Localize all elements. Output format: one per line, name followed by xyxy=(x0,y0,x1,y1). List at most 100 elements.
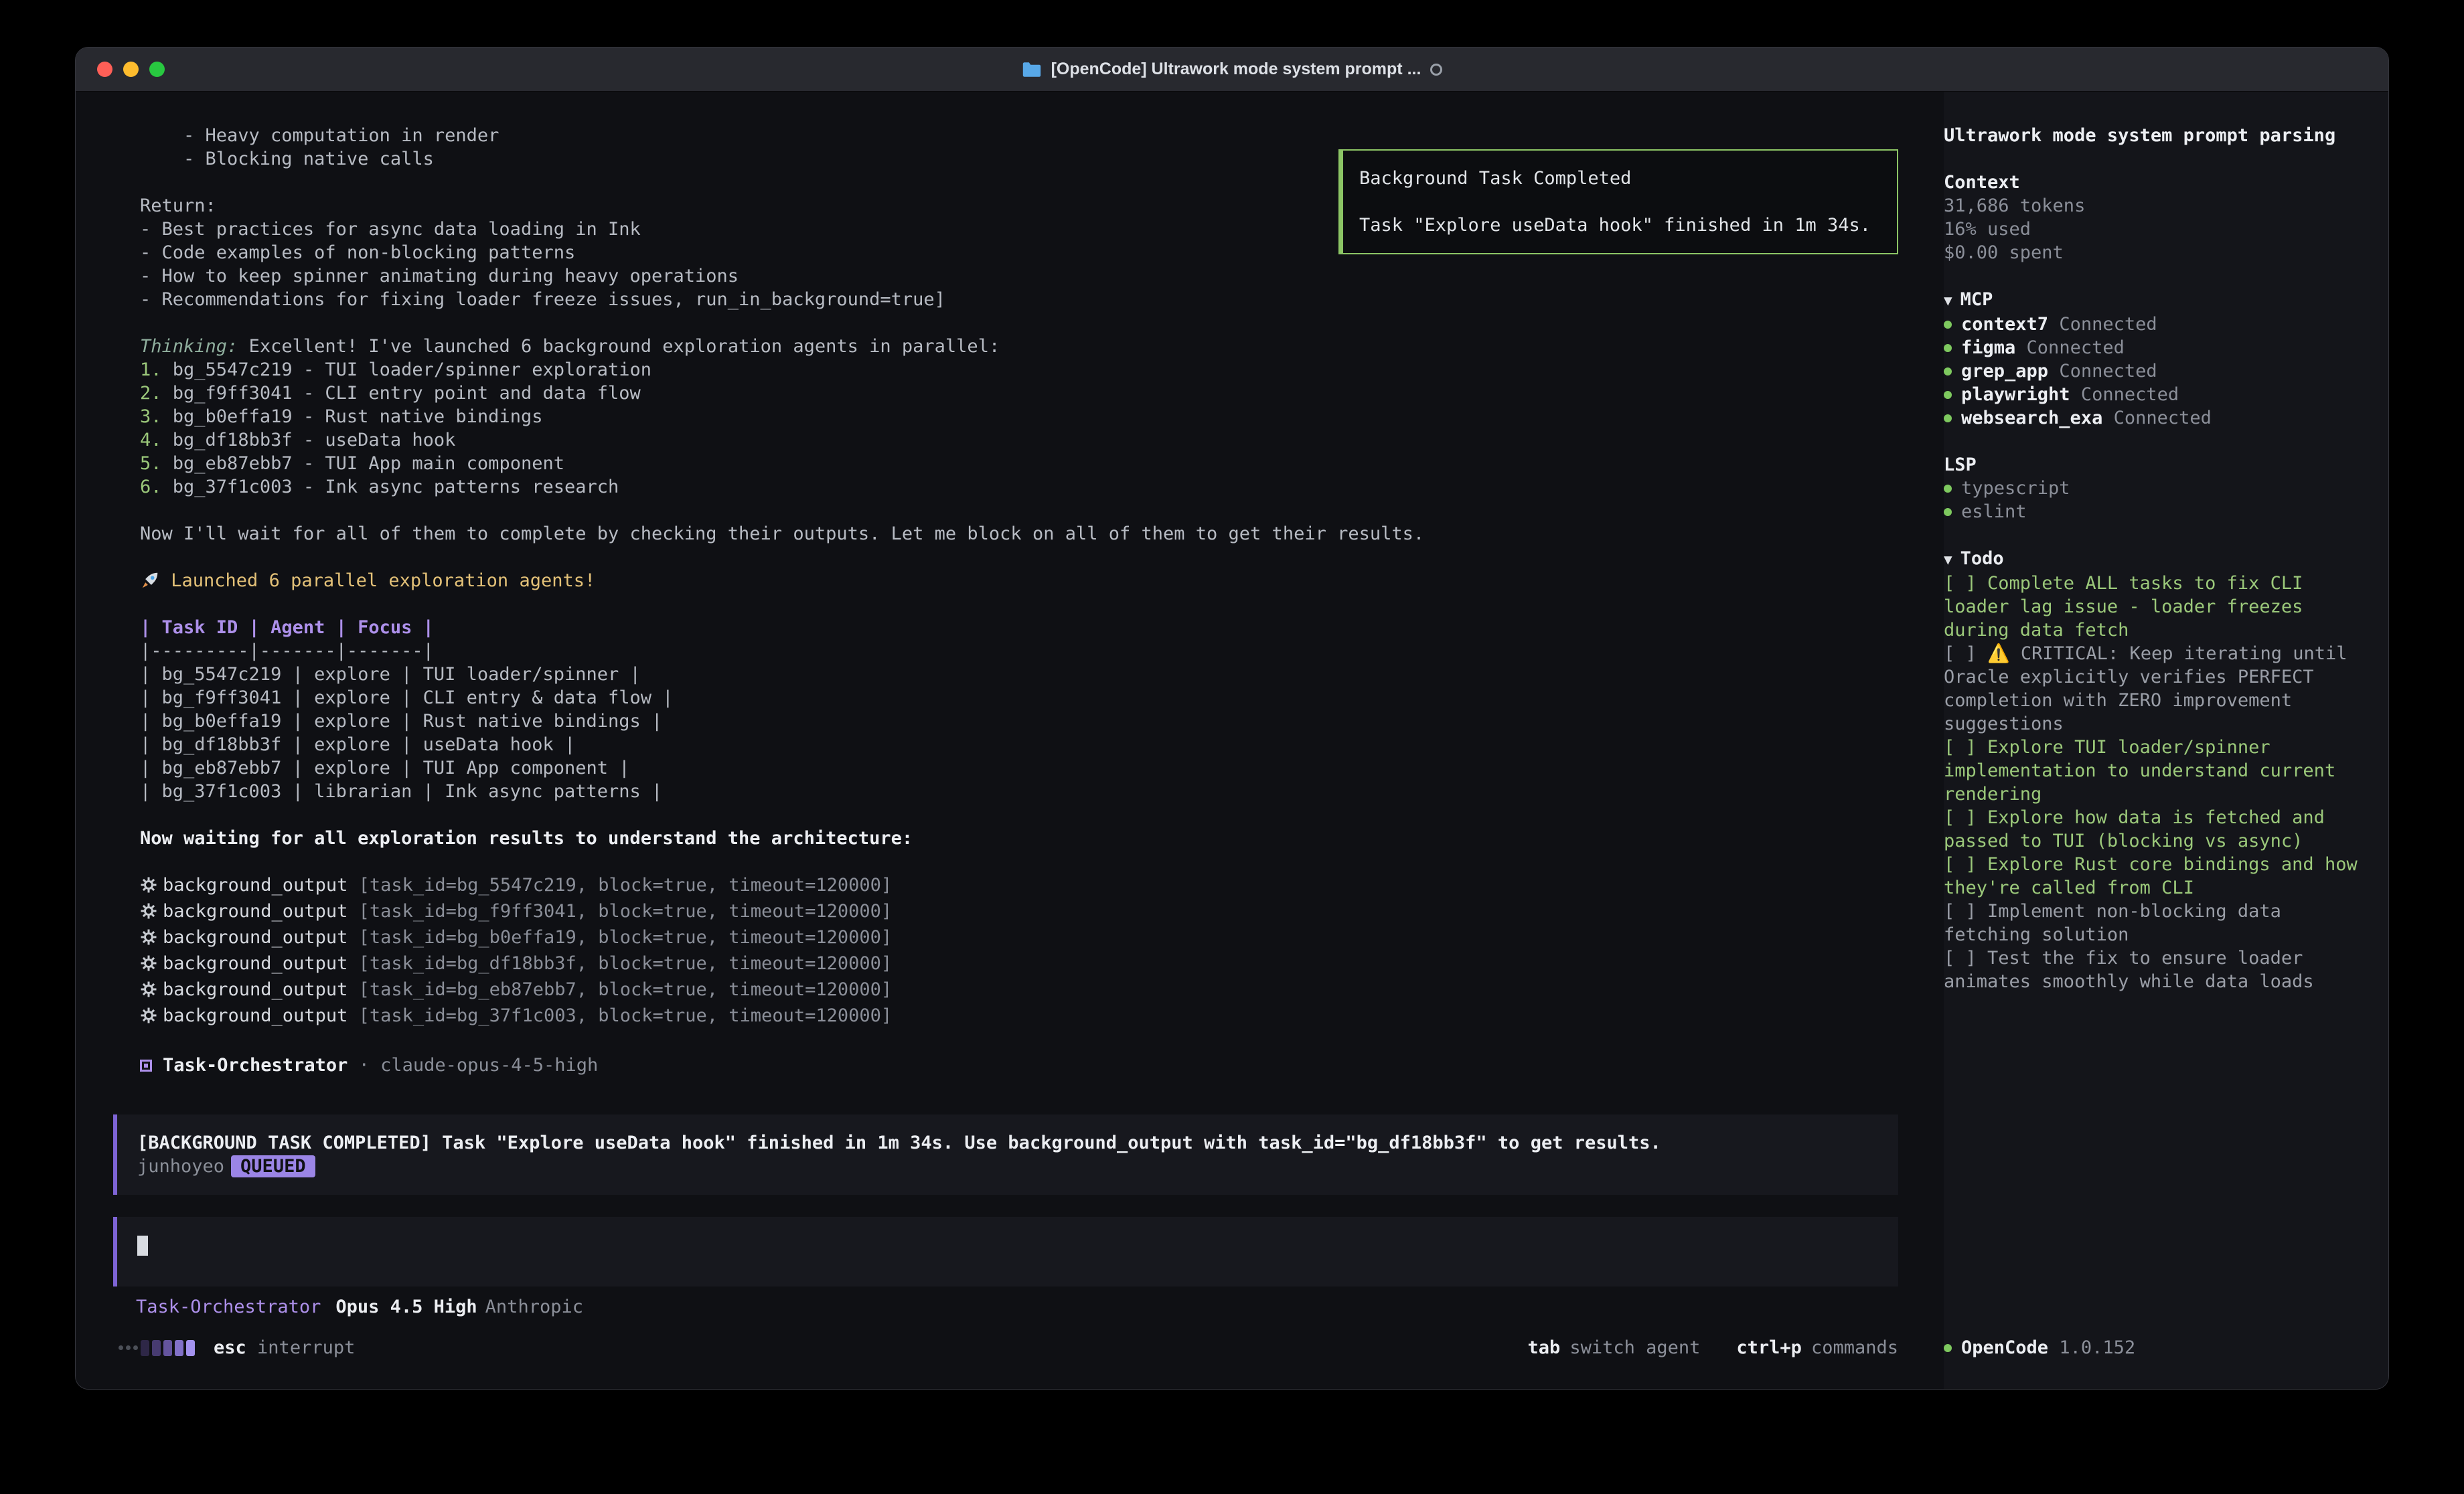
output-line: Now I'll wait for all of them to complet… xyxy=(140,522,1898,546)
status-bar: esc interrupt tab switch agent ctrl+p comm… xyxy=(113,1337,1898,1389)
context-heading: Context xyxy=(1944,171,2358,194)
close-window-button[interactable] xyxy=(97,62,112,77)
todo-item: [ ] Explore how data is fetched and pass… xyxy=(1944,806,2358,853)
table-row: | bg_5547c219 | explore | TUI loader/spi… xyxy=(140,663,1898,686)
mcp-item: figma Connected xyxy=(1944,336,2358,359)
agent-list-item: 3. bg_b0effa19 - Rust native bindings xyxy=(140,405,1898,428)
status-dot-icon xyxy=(1944,344,1952,352)
table-row: | bg_eb87ebb7 | explore | TUI App compon… xyxy=(140,756,1898,780)
app-version-footer: OpenCode 1.0.152 xyxy=(1944,1336,2358,1359)
rocket-icon xyxy=(140,570,160,591)
composer-meta: Task-Orchestrator Opus 4.5 High Anthropic xyxy=(136,1295,1898,1319)
agent-list-item: 5. bg_eb87ebb7 - TUI App main component xyxy=(140,452,1898,475)
sidebar: Ultrawork mode system prompt parsing Con… xyxy=(1944,92,2388,1389)
esc-key-hint: esc xyxy=(214,1337,246,1358)
titlebar: [OpenCode] Ultrawork mode system prompt … xyxy=(76,48,2388,92)
orchestrator-line: Task-Orchestrator · claude-opus-4-5-high xyxy=(140,1054,1898,1077)
table-row: | bg_df18bb3f | explore | useData hook | xyxy=(140,733,1898,756)
esc-label: interrupt xyxy=(257,1337,355,1358)
tool-call: background_output [task_id=bg_b0effa19, … xyxy=(140,926,1898,952)
progress-spinner-icon xyxy=(119,1340,195,1356)
todo-item: [ ] Test the fix to ensure loader animat… xyxy=(1944,946,2358,993)
architecture-line: Now waiting for all exploration results … xyxy=(140,827,1898,850)
app-window: [OpenCode] Ultrawork mode system prompt … xyxy=(75,47,2389,1390)
session-title: Ultrawork mode system prompt parsing xyxy=(1944,124,2358,147)
message-text: [BACKGROUND TASK COMPLETED] Task "Explor… xyxy=(137,1131,1878,1155)
todo-item: [ ] Complete ALL tasks to fix CLI loader… xyxy=(1944,572,2358,642)
tab-label: switch agent xyxy=(1569,1337,1700,1358)
agent-list-item: 2. bg_f9ff3041 - CLI entry point and dat… xyxy=(140,382,1898,405)
gear-icon xyxy=(140,902,157,926)
collapse-triangle-icon: ▼ xyxy=(1944,289,1952,313)
mcp-item: playwright Connected xyxy=(1944,383,2358,406)
table-row: | bg_37f1c003 | librarian | Ink async pa… xyxy=(140,780,1898,803)
background-task-message: [BACKGROUND TASK COMPLETED] Task "Explor… xyxy=(113,1114,1898,1195)
agent-list-item: 6. bg_37f1c003 - Ink async patterns rese… xyxy=(140,475,1898,499)
gear-icon xyxy=(140,928,157,952)
queued-badge: QUEUED xyxy=(231,1155,315,1177)
provider-label: Anthropic xyxy=(485,1297,583,1317)
status-dot-icon xyxy=(1944,367,1952,376)
gear-icon xyxy=(140,1007,157,1030)
tool-call: background_output [task_id=bg_df18bb3f, … xyxy=(140,952,1898,978)
launch-text: Launched 6 parallel exploration agents! xyxy=(171,570,595,591)
folder-icon xyxy=(1022,62,1042,78)
thinking-line: Thinking: Excellent! I've launched 6 bac… xyxy=(140,335,1898,358)
output-line: - How to keep spinner animating during h… xyxy=(140,264,1898,288)
agent-square-icon xyxy=(140,1060,152,1072)
cmd-label: commands xyxy=(1811,1337,1898,1358)
tool-call: background_output [task_id=bg_37f1c003, … xyxy=(140,1004,1898,1030)
window-title: [OpenCode] Ultrawork mode system prompt … xyxy=(1051,60,1421,79)
prompt-input[interactable] xyxy=(113,1217,1898,1286)
todo-section-heading[interactable]: ▼Todo xyxy=(1944,547,2358,572)
zoom-window-button[interactable] xyxy=(149,62,165,77)
gear-icon xyxy=(140,876,157,900)
background-task-notification: Background Task Completed Task "Explore … xyxy=(1338,149,1898,254)
thinking-text: Excellent! I've launched 6 background ex… xyxy=(249,336,1000,357)
conversation-pane: Background Task Completed Task "Explore … xyxy=(76,92,1944,1389)
table-header-row: | Task ID | Agent | Focus | xyxy=(140,616,1898,639)
agent-list-item: 4. bg_df18bb3f - useData hook xyxy=(140,428,1898,452)
text-cursor xyxy=(137,1236,148,1256)
output-line: - Heavy computation in render xyxy=(140,124,1898,147)
todo-item: [ ] ⚠️ CRITICAL: Keep iterating until Or… xyxy=(1944,642,2358,736)
lsp-section-heading: LSP xyxy=(1944,453,2358,477)
lsp-item: eslint xyxy=(1944,500,2358,523)
minimize-window-button[interactable] xyxy=(123,62,139,77)
window-title-group: [OpenCode] Ultrawork mode system prompt … xyxy=(1022,60,1443,79)
context-tokens: 31,686 tokens xyxy=(1944,194,2358,218)
message-meta: junhoyeo QUEUED xyxy=(137,1155,1878,1178)
tab-key-hint: tab xyxy=(1528,1337,1561,1358)
mcp-item: context7 Connected xyxy=(1944,313,2358,336)
status-dot-icon xyxy=(1944,1344,1952,1352)
status-dot-icon xyxy=(1944,485,1952,493)
traffic-lights xyxy=(97,48,165,91)
status-dot-icon xyxy=(1944,391,1952,399)
output-line: - Recommendations for fixing loader free… xyxy=(140,288,1898,311)
todo-item: [ ] Implement non-blocking data fetching… xyxy=(1944,900,2358,946)
table-row: | bg_b0effa19 | explore | Rust native bi… xyxy=(140,710,1898,733)
mcp-item: grep_app Connected xyxy=(1944,359,2358,383)
message-author: junhoyeo xyxy=(137,1156,224,1177)
status-dot-icon xyxy=(1944,508,1952,516)
thinking-label: Thinking: xyxy=(140,336,238,357)
model-label[interactable]: Opus 4.5 High xyxy=(335,1297,477,1317)
status-ring-icon xyxy=(1430,64,1442,76)
notification-title: Background Task Completed xyxy=(1359,167,1881,190)
mcp-section-heading[interactable]: ▼MCP xyxy=(1944,288,2358,313)
table-row: | bg_f9ff3041 | explore | CLI entry & da… xyxy=(140,686,1898,710)
gear-icon xyxy=(140,981,157,1004)
context-spent: $0.00 spent xyxy=(1944,241,2358,264)
status-bar-right: tab switch agent ctrl+p commands xyxy=(1528,1337,1898,1358)
status-dot-icon xyxy=(1944,321,1952,329)
tool-call: background_output [task_id=bg_eb87ebb7, … xyxy=(140,978,1898,1004)
mcp-item: websearch_exa Connected xyxy=(1944,406,2358,430)
cmd-key-hint: ctrl+p xyxy=(1736,1337,1802,1358)
gear-icon xyxy=(140,954,157,978)
tool-call: background_output [task_id=bg_5547c219, … xyxy=(140,874,1898,900)
active-agent-label[interactable]: Task-Orchestrator xyxy=(136,1297,321,1317)
lsp-item: typescript xyxy=(1944,477,2358,500)
notification-body: Task "Explore useData hook" finished in … xyxy=(1359,214,1881,237)
table-separator-row: |---------|-------|-------| xyxy=(140,639,1898,663)
collapse-triangle-icon: ▼ xyxy=(1944,548,1952,572)
